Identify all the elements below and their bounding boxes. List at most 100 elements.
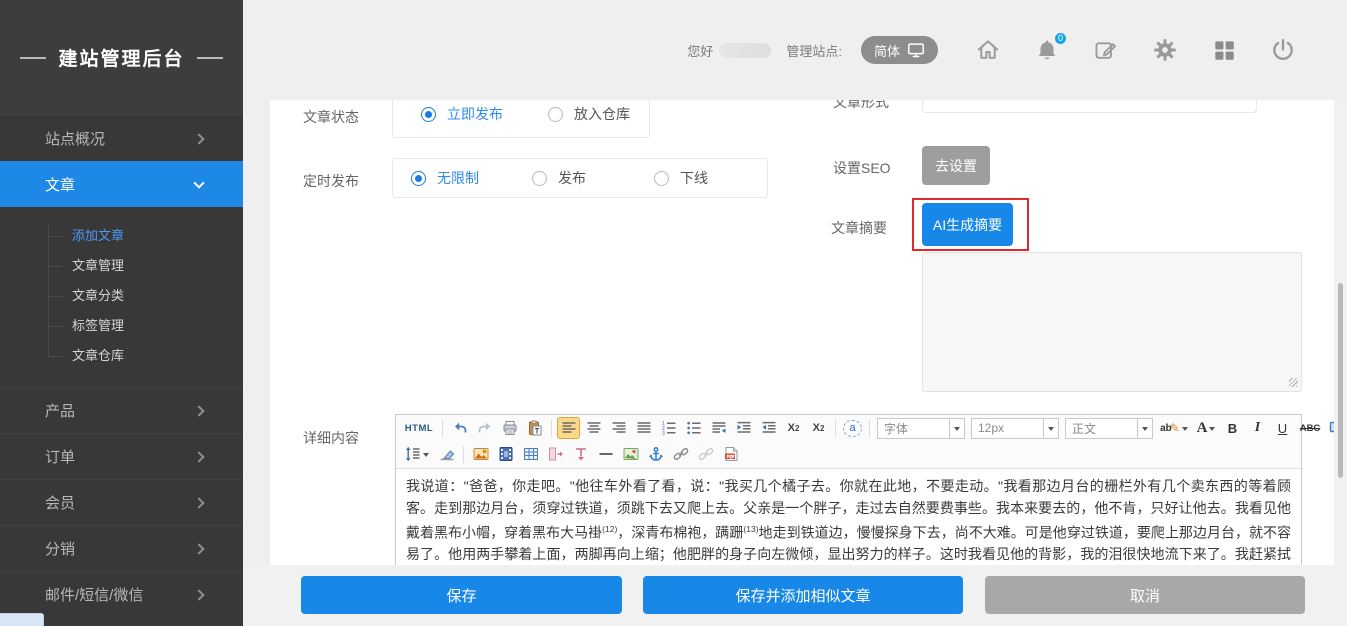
sidebar: 建站管理后台 站点概况 文章 添加文章 文章管理 文章分类 标签管理 文章仓库 …: [0, 0, 243, 626]
html-source-icon[interactable]: HTML: [401, 417, 437, 439]
sidebar-item-label: 邮件/短信/微信: [45, 584, 143, 605]
subscript-icon[interactable]: X2: [782, 417, 805, 439]
app-title: 建站管理后台: [58, 44, 184, 71]
align-left-icon[interactable]: [557, 417, 580, 439]
submenu-item-article-warehouse[interactable]: 文章仓库: [0, 341, 243, 371]
section-break-icon[interactable]: [569, 443, 592, 465]
apps-grid-icon[interactable]: [1211, 37, 1237, 63]
map-icon[interactable]: [619, 443, 642, 465]
chevron-down-icon: [1209, 427, 1215, 434]
print-icon[interactable]: [498, 417, 521, 439]
line-height-icon[interactable]: [401, 443, 433, 465]
articles-submenu: 添加文章 文章管理 文章分类 标签管理 文章仓库: [0, 207, 243, 387]
submenu-item-article-management[interactable]: 文章管理: [0, 251, 243, 281]
pen-glyph: ✎: [1170, 421, 1180, 435]
sidebar-item-members[interactable]: 会员: [0, 479, 243, 525]
seo-label: 设置SEO: [833, 158, 891, 178]
unordered-list-icon[interactable]: [682, 417, 705, 439]
font-family-select[interactable]: 字体: [877, 418, 965, 439]
image-icon[interactable]: [469, 443, 492, 465]
strikethrough-icon[interactable]: ABC: [1296, 417, 1324, 439]
toolbar-separator: [463, 446, 464, 463]
bold-icon[interactable]: B: [1221, 417, 1244, 439]
align-justify-icon[interactable]: [632, 417, 655, 439]
language-button[interactable]: 简体: [861, 36, 938, 64]
undo-icon[interactable]: [448, 417, 471, 439]
sidebar-item-label: 文章: [45, 174, 75, 195]
compose-icon[interactable]: [1093, 37, 1119, 63]
submenu-item-tag-management[interactable]: 标签管理: [0, 311, 243, 341]
radio-dot: [411, 171, 426, 186]
editor-toolbar-row1: HTML X2 X2: [396, 415, 1301, 441]
power-icon[interactable]: [1270, 37, 1296, 63]
sidebar-item-email-sms-wechat[interactable]: 邮件/短信/微信: [0, 571, 243, 617]
ordered-list-icon[interactable]: [657, 417, 680, 439]
highlight-color-icon[interactable]: ab✎: [1157, 417, 1191, 439]
username-redacted: [719, 43, 771, 58]
submenu-item-add-article[interactable]: 添加文章: [0, 221, 243, 251]
sidebar-item-site-overview[interactable]: 站点概况: [0, 115, 243, 161]
editor-content[interactable]: 我说道："爸爸，你走吧。"他往车外看了看，说："我买几个橘子去。你就在此地，不要…: [396, 469, 1301, 565]
sidebar-item-orders[interactable]: 订单: [0, 433, 243, 479]
app-logo: 建站管理后台: [0, 0, 243, 115]
submenu-item-article-categories[interactable]: 文章分类: [0, 281, 243, 311]
gear-icon[interactable]: [1152, 37, 1178, 63]
paste-icon[interactable]: [523, 417, 546, 439]
radio-publish-now[interactable]: 立即发布: [421, 104, 503, 124]
link-icon[interactable]: [669, 443, 692, 465]
italic-icon[interactable]: I: [1246, 417, 1269, 439]
chevron-right-icon: [193, 451, 204, 462]
textarea-resize-handle[interactable]: [1289, 378, 1298, 387]
radio-no-limit[interactable]: 无限制: [411, 168, 479, 188]
media-icon[interactable]: [494, 443, 517, 465]
browser-status-tooltip: [0, 613, 44, 626]
align-right-icon[interactable]: [607, 417, 630, 439]
table-icon[interactable]: [519, 443, 542, 465]
sidebar-item-articles[interactable]: 文章: [0, 161, 243, 207]
radio-put-in-warehouse[interactable]: 放入仓库: [548, 104, 630, 124]
autotypeset-icon[interactable]: a: [841, 417, 864, 439]
scrollbar-thumb[interactable]: [1338, 283, 1343, 478]
summary-textarea[interactable]: [922, 252, 1302, 392]
logo-dash-left: [20, 57, 46, 59]
scrollbar-track[interactable]: [1334, 100, 1347, 626]
anchor-icon[interactable]: [644, 443, 667, 465]
pdf-icon[interactable]: [719, 443, 742, 465]
font-size-select[interactable]: 12px: [971, 418, 1059, 439]
home-icon[interactable]: [975, 37, 1001, 63]
outdent-icon[interactable]: [757, 417, 780, 439]
chevron-down-icon: [1043, 419, 1058, 438]
pagebreak-icon[interactable]: [544, 443, 567, 465]
article-status-label: 文章状态: [303, 107, 359, 127]
logo-dash-right: [197, 57, 223, 59]
redo-icon[interactable]: [473, 417, 496, 439]
underline-icon[interactable]: U: [1271, 417, 1294, 439]
radio-dot: [532, 171, 547, 186]
toolbar-separator: [442, 420, 443, 437]
remove-format-icon[interactable]: [435, 443, 458, 465]
radio-internal-article[interactable]: 站内文章: [961, 100, 1043, 102]
radio-dot: [548, 107, 563, 122]
sidebar-item-distribution[interactable]: 分销: [0, 525, 243, 571]
sidebar-item-label: 会员: [45, 492, 75, 513]
paragraph-format-select[interactable]: 正文: [1065, 418, 1153, 439]
radio-offline[interactable]: 下线: [654, 168, 708, 188]
paragraph-icon[interactable]: [707, 417, 730, 439]
radio-external-link[interactable]: 站外链接: [1105, 100, 1187, 102]
unlink-icon[interactable]: [694, 443, 717, 465]
cancel-button[interactable]: 取消: [985, 576, 1305, 614]
fullscreen-icon[interactable]: [1325, 417, 1334, 439]
font-color-icon[interactable]: A: [1193, 417, 1219, 439]
superscript-icon[interactable]: X2: [807, 417, 830, 439]
content-panel: 文章形式 站内文章 站外链接 文章状态 立即发布: [270, 100, 1334, 565]
indent-icon[interactable]: [732, 417, 755, 439]
align-center-icon[interactable]: [582, 417, 605, 439]
sidebar-item-products[interactable]: 产品: [0, 387, 243, 433]
save-and-add-similar-button[interactable]: 保存并添加相似文章: [643, 576, 963, 614]
ai-generate-summary-button[interactable]: AI生成摘要: [922, 203, 1013, 246]
horizontal-rule-icon[interactable]: [594, 443, 617, 465]
save-button[interactable]: 保存: [301, 576, 622, 614]
radio-publish[interactable]: 发布: [532, 168, 586, 188]
seo-settings-button[interactable]: 去设置: [922, 146, 990, 185]
bell-icon[interactable]: 0: [1034, 37, 1060, 63]
